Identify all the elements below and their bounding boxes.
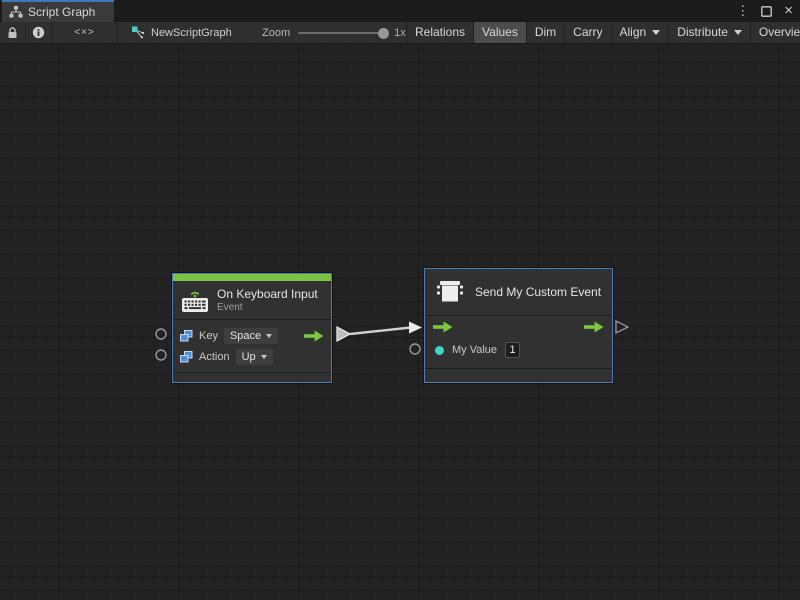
enum-type-icon xyxy=(180,330,193,342)
key-input-port-circle[interactable] xyxy=(156,329,166,339)
window-controls: ⋮ × xyxy=(733,0,796,22)
node-on-keyboard-input[interactable]: On Keyboard Input Event Key Space xyxy=(172,273,332,383)
script-graph-icon xyxy=(132,26,145,39)
maximize-icon[interactable] xyxy=(761,6,772,17)
node-header[interactable]: Send My Custom Event xyxy=(425,269,612,315)
value-port-dot[interactable] xyxy=(435,346,444,355)
lock-button[interactable] xyxy=(0,22,26,43)
custom-event-icon xyxy=(435,277,465,307)
node-footer xyxy=(425,369,612,382)
control-input-port[interactable] xyxy=(433,321,453,333)
keyboard-event-icon xyxy=(181,287,209,313)
zoom-label: Zoom xyxy=(262,27,290,39)
dim-button[interactable]: Dim xyxy=(526,22,564,43)
kebab-menu-icon[interactable]: ⋮ xyxy=(733,0,752,22)
port-row-key: Key Space xyxy=(173,325,331,346)
control-connection-wire xyxy=(350,328,411,335)
event-accent-bar xyxy=(173,274,331,281)
wire-source-arrow xyxy=(337,327,350,341)
distribute-dropdown-button[interactable]: Distribute xyxy=(668,22,750,43)
graph-breadcrumb[interactable]: NewScriptGraph xyxy=(132,22,232,43)
my-value-input[interactable]: 1 xyxy=(505,342,520,358)
node-title: Send My Custom Event xyxy=(475,285,601,299)
tab-title: Script Graph xyxy=(28,5,95,19)
chevron-down-icon xyxy=(261,355,267,359)
chevron-down-icon xyxy=(734,30,742,35)
connection-overlay xyxy=(0,44,800,600)
chevron-down-icon xyxy=(266,334,272,338)
script-graph-window: Script Graph ⋮ × xyxy=(0,0,800,600)
code-preview-toggle[interactable]: <×> xyxy=(52,22,118,43)
info-icon xyxy=(32,26,45,39)
action-dropdown[interactable]: Up xyxy=(236,349,273,365)
control-output-port[interactable] xyxy=(584,321,604,333)
zoom-value: 1x xyxy=(394,27,406,39)
carry-button[interactable]: Carry xyxy=(564,22,610,43)
node-header[interactable]: On Keyboard Input Event xyxy=(173,281,331,319)
wire-end-arrow xyxy=(409,322,422,334)
tab-script-graph[interactable]: Script Graph xyxy=(2,0,114,22)
toolbar-buttons: Relations Values Dim Carry Align Distrib… xyxy=(406,22,800,43)
zoom-slider-handle[interactable] xyxy=(378,28,389,39)
node-footer xyxy=(173,373,331,382)
node-title: On Keyboard Input xyxy=(217,287,318,301)
action-input-port-circle[interactable] xyxy=(156,350,166,360)
my-value-input-port-circle[interactable] xyxy=(410,344,420,354)
chevron-down-icon xyxy=(652,30,660,35)
graph-name-label: NewScriptGraph xyxy=(151,27,232,39)
close-icon[interactable]: × xyxy=(781,1,796,21)
graph-hierarchy-icon xyxy=(9,6,23,19)
output-flow-port-triangle[interactable] xyxy=(616,321,628,333)
node-ports: Key Space xyxy=(173,320,331,372)
overview-button[interactable]: Overview xyxy=(750,22,800,43)
trigger-output-port[interactable] xyxy=(304,330,324,342)
zoom-control: Zoom 1x xyxy=(262,22,408,43)
graph-canvas[interactable]: On Keyboard Input Event Key Space xyxy=(0,44,800,600)
node-send-my-custom-event[interactable]: Send My Custom Event xyxy=(424,268,613,383)
key-dropdown[interactable]: Space xyxy=(224,328,278,344)
port-row-my-value: My Value 1 xyxy=(425,338,612,362)
control-ports-row xyxy=(425,316,612,338)
align-dropdown-button[interactable]: Align xyxy=(611,22,669,43)
zoom-slider[interactable] xyxy=(298,32,386,34)
node-subtitle: Event xyxy=(217,302,318,313)
code-toggle-icon: <×> xyxy=(74,27,95,38)
port-row-action: Action Up xyxy=(173,346,331,367)
lock-icon xyxy=(7,26,18,39)
tab-bar: Script Graph ⋮ × xyxy=(0,0,800,22)
enum-type-icon xyxy=(180,351,193,363)
info-button[interactable] xyxy=(26,22,52,43)
relations-button[interactable]: Relations xyxy=(406,22,473,43)
graph-toolbar: <×> NewScriptGraph Zoom 1x Relati xyxy=(0,22,800,44)
values-button[interactable]: Values xyxy=(473,22,526,43)
